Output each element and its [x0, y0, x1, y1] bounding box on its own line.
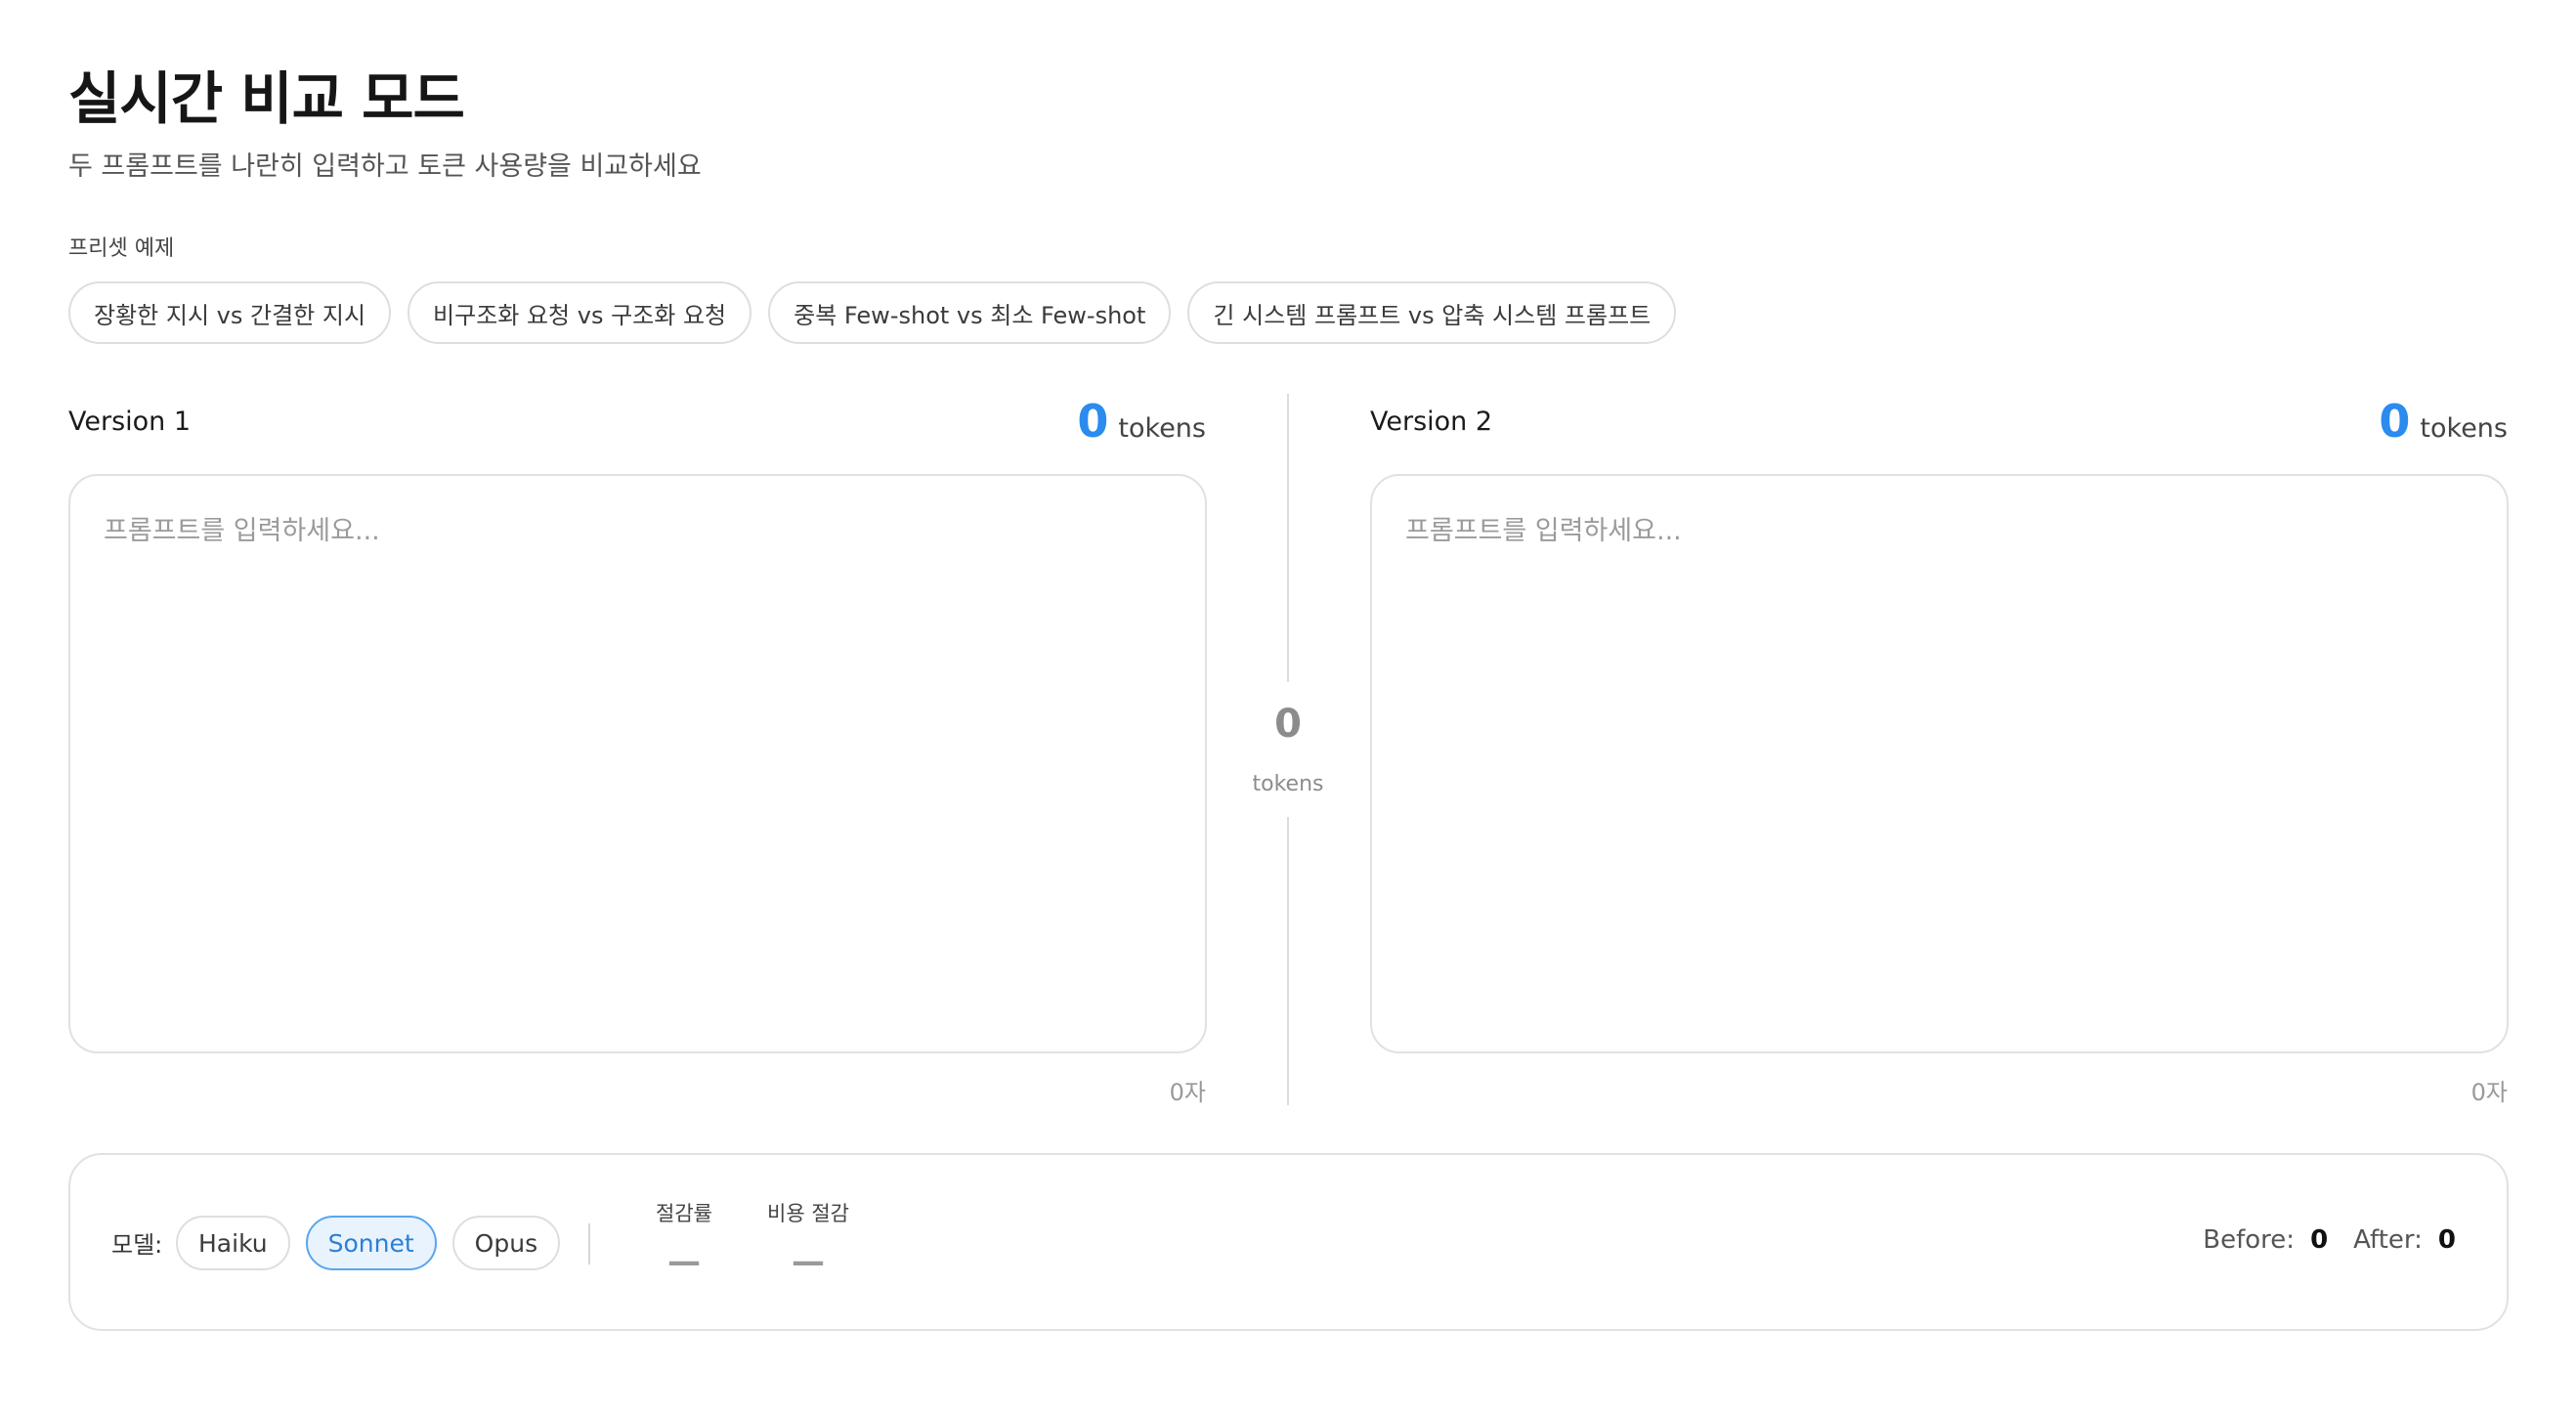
- version1-token-count: 0 tokens: [1077, 395, 1206, 448]
- center-divider-bottom: [1287, 817, 1289, 1105]
- summary-panel: 모델: Haiku Sonnet Opus 절감률 — 비용 절감 — Befo…: [68, 1153, 2509, 1331]
- savings-rate-stat: 절감률 —: [635, 1198, 733, 1278]
- token-diff-value: 0: [1274, 702, 1302, 747]
- model-sonnet-button[interactable]: Sonnet: [305, 1216, 437, 1270]
- version1-label: Version 1: [68, 407, 192, 437]
- model-label: 모델:: [111, 1231, 163, 1259]
- savings-rate-label: 절감률: [656, 1202, 712, 1225]
- version2-token-number: 0: [2379, 395, 2411, 448]
- page-subtitle: 두 프롬프트를 나란히 입력하고 토큰 사용량을 비교하세요: [68, 151, 702, 182]
- cost-savings-value: —: [792, 1242, 825, 1281]
- version2-prompt-input[interactable]: [1370, 474, 2509, 1053]
- before-value: 0: [2310, 1225, 2329, 1255]
- preset-verbose-vs-concise[interactable]: 장황한 지시 vs 간결한 지시: [68, 281, 392, 344]
- after-label: After:: [2353, 1225, 2423, 1255]
- before-after-summary: Before: 0 After: 0: [2203, 1225, 2466, 1255]
- after-value: 0: [2437, 1225, 2456, 1255]
- version1-prompt-input[interactable]: [68, 474, 1207, 1053]
- version2-token-unit: tokens: [2420, 413, 2508, 444]
- preset-redundant-vs-minimal-fewshot[interactable]: 중복 Few-shot vs 최소 Few-shot: [768, 281, 1172, 344]
- model-haiku-button[interactable]: Haiku: [176, 1216, 290, 1270]
- panel-separator: [588, 1223, 590, 1264]
- before-label: Before:: [2203, 1225, 2296, 1255]
- version1-token-unit: tokens: [1118, 413, 1206, 444]
- version2-char-count: 0자: [2470, 1079, 2508, 1106]
- cost-savings-stat: 비용 절감 —: [735, 1198, 881, 1278]
- model-opus-button[interactable]: Opus: [451, 1216, 561, 1270]
- preset-list: 장황한 지시 vs 간결한 지시 비구조화 요청 vs 구조화 요청 중복 Fe…: [68, 281, 1677, 344]
- version2-token-count: 0 tokens: [2379, 395, 2508, 448]
- version1-char-count: 0자: [1169, 1079, 1206, 1106]
- version2-label: Version 2: [1370, 407, 1493, 437]
- page-title: 실시간 비교 모드: [68, 65, 465, 132]
- compare-page: 실시간 비교 모드 두 프롬프트를 나란히 입력하고 토큰 사용량을 비교하세요…: [0, 0, 2576, 1413]
- center-divider-top: [1287, 394, 1289, 682]
- cost-savings-label: 비용 절감: [767, 1202, 849, 1225]
- preset-long-vs-compressed-system[interactable]: 긴 시스템 프롬프트 vs 압축 시스템 프롬프트: [1187, 281, 1677, 344]
- preset-section-label: 프리셋 예제: [68, 236, 175, 261]
- version1-token-number: 0: [1077, 395, 1109, 448]
- preset-unstructured-vs-structured[interactable]: 비구조화 요청 vs 구조화 요청: [408, 281, 752, 344]
- token-diff-unit: tokens: [1252, 772, 1324, 796]
- savings-rate-value: —: [667, 1242, 701, 1281]
- model-selector: Haiku Sonnet Opus: [176, 1216, 561, 1270]
